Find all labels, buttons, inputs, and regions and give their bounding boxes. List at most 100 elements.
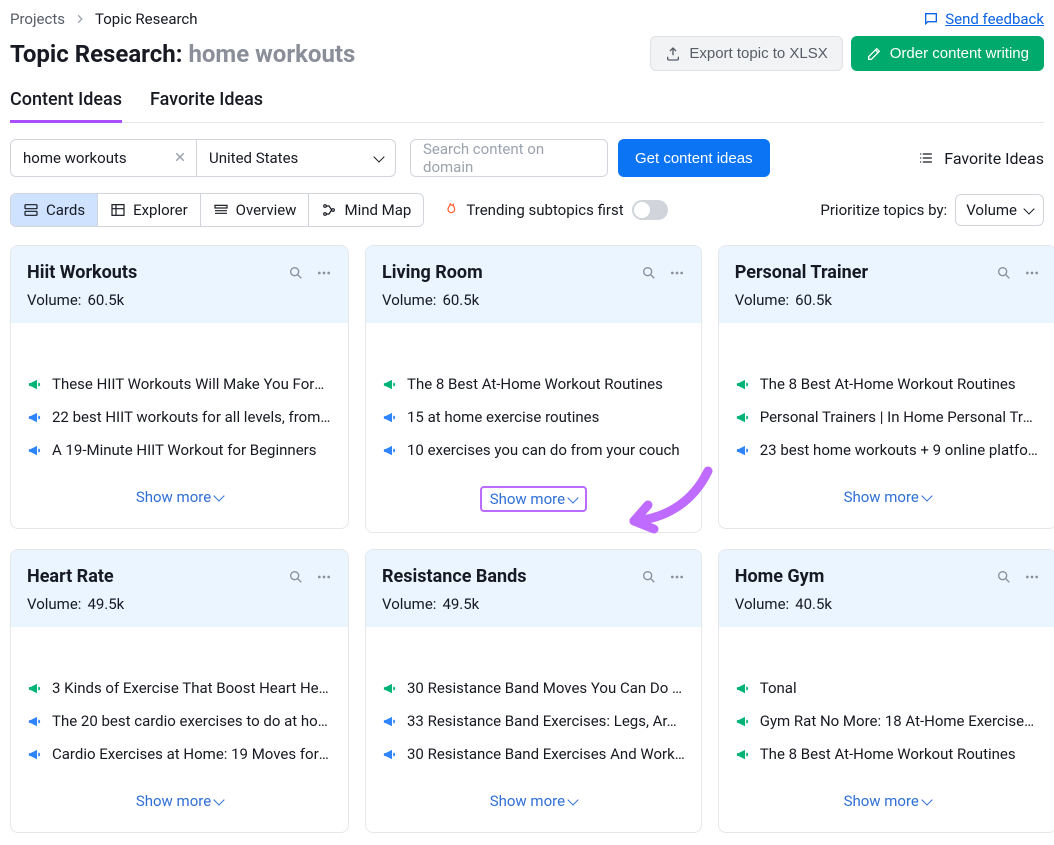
trending-toggle[interactable] [632,200,668,220]
show-more-button[interactable]: Show more [836,486,939,508]
show-more-button[interactable]: Show more [128,486,231,508]
send-feedback-link[interactable]: Send feedback [923,10,1044,28]
topic-card-title: Home Gym [735,566,825,587]
topic-card-item[interactable]: Tonal [735,673,1040,706]
topic-card-item-text: The 8 Best At-Home Workout Routines [760,745,1016,763]
view-mindmap-label: Mind Map [344,201,411,219]
page-title-prefix: Topic Research: [10,40,182,68]
topic-card-item[interactable]: The 8 Best At-Home Workout Routines [382,369,685,402]
volume-label: Volume: [735,595,789,613]
volume-label: Volume: [382,595,436,613]
more-icon[interactable] [669,265,685,281]
overview-icon [213,202,229,218]
show-more-button[interactable]: Show more [836,790,939,812]
favorite-ideas-link[interactable]: Favorite Ideas [918,149,1044,168]
more-icon[interactable] [1024,569,1040,585]
breadcrumb-root[interactable]: Projects [10,10,65,28]
megaphone-icon [735,714,750,733]
view-overview[interactable]: Overview [201,194,310,226]
topic-card-item[interactable]: 30 Resistance Band Exercises And Work… [382,739,685,772]
topic-card-title: Resistance Bands [382,566,526,587]
topic-card-item[interactable]: Personal Trainers | In Home Personal Tra… [735,402,1040,435]
topic-card-item[interactable]: 33 Resistance Band Exercises: Legs, Ar… [382,706,685,739]
country-value: United States [209,149,298,167]
search-icon[interactable] [996,265,1012,281]
search-icon[interactable] [641,569,657,585]
topic-card: Heart RateVolume:49.5k3 Kinds of Exercis… [10,549,349,833]
keyword-input-value: home workouts [23,149,127,167]
main-tabs: Content Ideas Favorite Ideas [10,89,1044,123]
domain-search-placeholder: Search content on domain [423,140,595,176]
topic-card-item[interactable]: Gym Rat No More: 18 At-Home Exercises… [735,706,1040,739]
page-title: Topic Research: home workouts [10,40,355,68]
topic-card-item[interactable]: These HIIT Workouts Will Make You Forg… [27,369,332,402]
chevron-down-icon [923,792,931,810]
send-feedback-label: Send feedback [945,10,1044,28]
view-cards[interactable]: Cards [11,194,98,226]
show-more-button[interactable]: Show more [482,790,585,812]
order-content-button[interactable]: Order content writing [851,36,1044,71]
megaphone-icon [27,681,42,700]
topic-card-item-text: Personal Trainers | In Home Personal Tra… [760,408,1040,426]
megaphone-icon [735,681,750,700]
cards-icon [23,202,39,218]
topic-card-item[interactable]: 3 Kinds of Exercise That Boost Heart He… [27,673,332,706]
more-icon[interactable] [1024,265,1040,281]
topic-card-item[interactable]: 30 Resistance Band Moves You Can Do … [382,673,685,706]
topic-card-item-text: Gym Rat No More: 18 At-Home Exercises… [760,712,1040,730]
view-explorer[interactable]: Explorer [98,194,201,226]
breadcrumb: Projects Topic Research [10,10,198,28]
volume-value: 49.5k [87,595,124,613]
feedback-icon [923,11,939,27]
search-icon[interactable] [996,569,1012,585]
megaphone-icon [27,714,42,733]
order-content-label: Order content writing [890,45,1029,62]
view-mindmap[interactable]: Mind Map [309,194,423,226]
topic-card-item[interactable]: A 19-Minute HIIT Workout for Beginners [27,435,332,468]
search-icon[interactable] [288,265,304,281]
trending-label: Trending subtopics first [466,201,623,219]
volume-value: 60.5k [795,291,832,309]
topic-card-item[interactable]: The 8 Best At-Home Workout Routines [735,739,1040,772]
domain-search-input[interactable]: Search content on domain [410,139,608,177]
search-icon[interactable] [288,569,304,585]
more-icon[interactable] [316,265,332,281]
show-more-button[interactable]: Show more [480,486,587,512]
export-topic-button[interactable]: Export topic to XLSX [650,36,842,71]
megaphone-icon [735,747,750,766]
topic-card-item[interactable]: Cardio Exercises at Home: 19 Moves for … [27,739,332,772]
mindmap-icon [321,202,337,218]
page-title-query: home workouts [188,40,355,68]
more-icon[interactable] [669,569,685,585]
search-icon[interactable] [641,265,657,281]
tab-favorite-ideas[interactable]: Favorite Ideas [150,89,263,122]
show-more-button[interactable]: Show more [128,790,231,812]
list-icon [918,150,934,166]
topic-card-item[interactable]: 15 at home exercise routines [382,402,685,435]
topic-card-item[interactable]: 22 best HIIT workouts for all levels, fr… [27,402,332,435]
topic-card-item-text: Tonal [760,679,797,697]
view-overview-label: Overview [236,201,297,219]
topic-card-title: Personal Trainer [735,262,868,283]
tab-content-ideas[interactable]: Content Ideas [10,89,122,122]
more-icon[interactable] [316,569,332,585]
volume-value: 60.5k [442,291,479,309]
topic-card-item[interactable]: The 20 best cardio exercises to do at ho… [27,706,332,739]
prioritize-select[interactable]: Volume [955,194,1044,226]
topic-card-item[interactable]: 23 best home workouts + 9 online platfo… [735,435,1040,468]
topic-card-item-text: 23 best home workouts + 9 online platfo… [760,441,1038,459]
show-more-label: Show more [844,792,919,810]
country-select[interactable]: United States [196,139,396,177]
prioritize-value: Volume [966,201,1017,219]
chevron-down-icon [569,490,577,508]
topic-card-item[interactable]: The 8 Best At-Home Workout Routines [735,369,1040,402]
clear-keyword-icon[interactable] [174,149,186,167]
keyword-input[interactable]: home workouts [10,139,196,177]
topic-card: Personal TrainerVolume:60.5kThe 8 Best A… [718,245,1054,529]
get-content-ideas-button[interactable]: Get content ideas [618,139,770,177]
chevron-right-icon [75,10,85,28]
table-icon [110,202,126,218]
chevron-down-icon [215,488,223,506]
megaphone-icon [735,410,750,429]
topic-card-item[interactable]: 10 exercises you can do from your couch [382,435,685,468]
